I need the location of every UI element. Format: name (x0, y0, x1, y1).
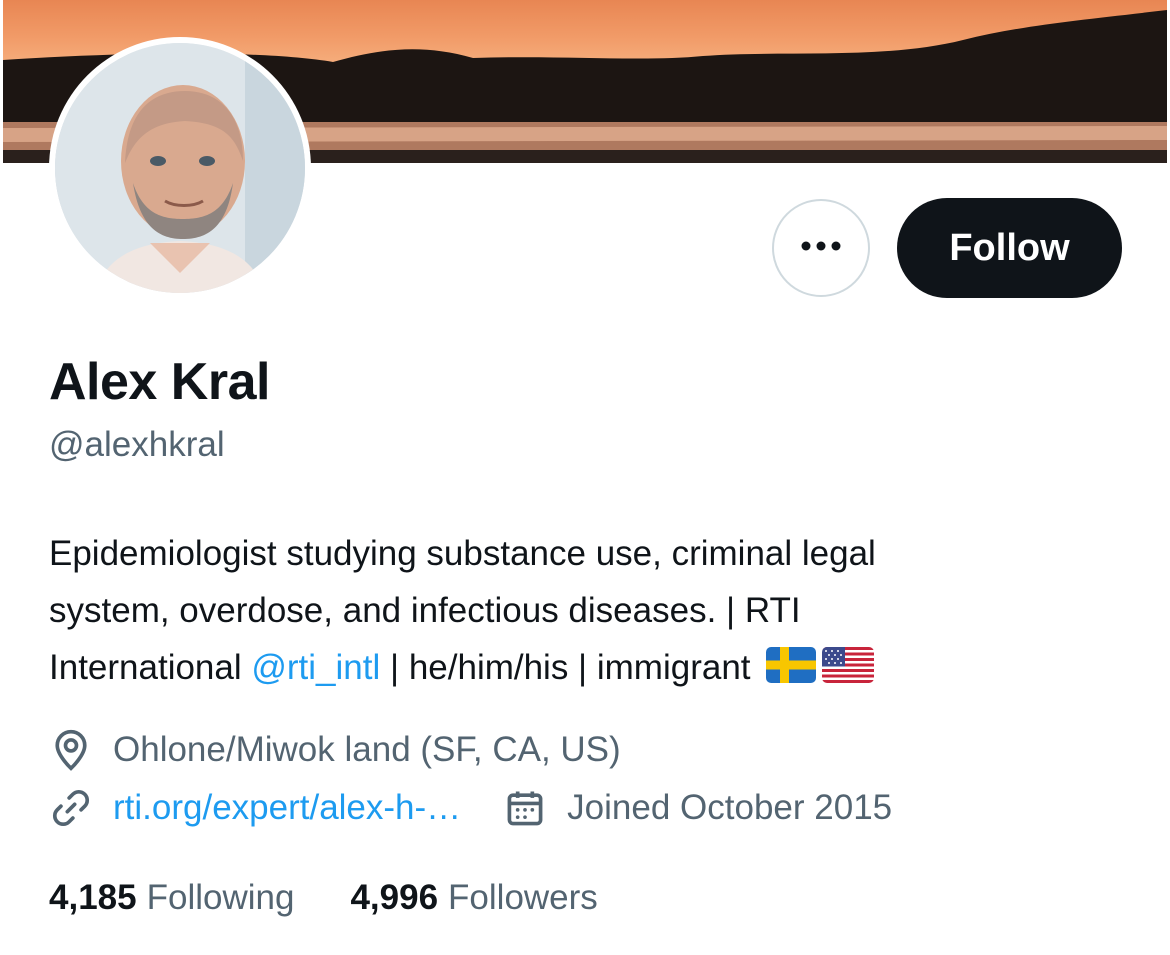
following-label: Following (146, 878, 295, 917)
following-count: 4,185 (49, 878, 137, 917)
follow-button[interactable]: Follow (897, 198, 1122, 298)
following-stat[interactable]: 4,185 Following (49, 878, 294, 918)
website-joined-row: rti.org/expert/alex-h-… Joined October 2… (49, 786, 892, 830)
flag-usa-icon (822, 643, 875, 700)
joined-date: Joined October 2015 (567, 788, 893, 827)
bio-line: International @rti_intl | he/him/his | i… (49, 639, 1129, 700)
flag-sweden-icon (766, 643, 817, 700)
joined-item: Joined October 2015 (503, 786, 892, 830)
display-name: Alex Kral (49, 353, 270, 411)
website-link[interactable]: rti.org/expert/alex-h-… (113, 788, 461, 828)
website-item: rti.org/expert/alex-h-… (49, 786, 461, 830)
followers-label: Followers (448, 878, 598, 917)
followers-stat[interactable]: 4,996 Followers (350, 878, 597, 918)
more-options-button[interactable] (772, 199, 870, 297)
follow-stats: 4,185 Following 4,996 Followers (49, 878, 598, 918)
calendar-icon (503, 786, 547, 830)
location-text: Ohlone/Miwok land (SF, CA, US) (113, 730, 621, 769)
link-icon (49, 786, 93, 830)
username-handle: @alexhkral (49, 425, 225, 464)
bio-text: | he/him/his | immigrant (380, 648, 751, 687)
bio-line: system, overdose, and infectious disease… (49, 591, 801, 630)
followers-count: 4,996 (350, 878, 439, 917)
bio-text: International (49, 648, 252, 687)
profile-bio: Epidemiologist studying substance use, c… (49, 525, 1129, 700)
avatar[interactable] (49, 37, 311, 299)
ellipsis-icon (799, 239, 843, 258)
mention-link[interactable]: @rti_intl (251, 648, 380, 687)
location-row: Ohlone/Miwok land (SF, CA, US) (49, 728, 621, 772)
bio-line: Epidemiologist studying substance use, c… (49, 534, 876, 573)
location-pin-icon (49, 728, 93, 772)
